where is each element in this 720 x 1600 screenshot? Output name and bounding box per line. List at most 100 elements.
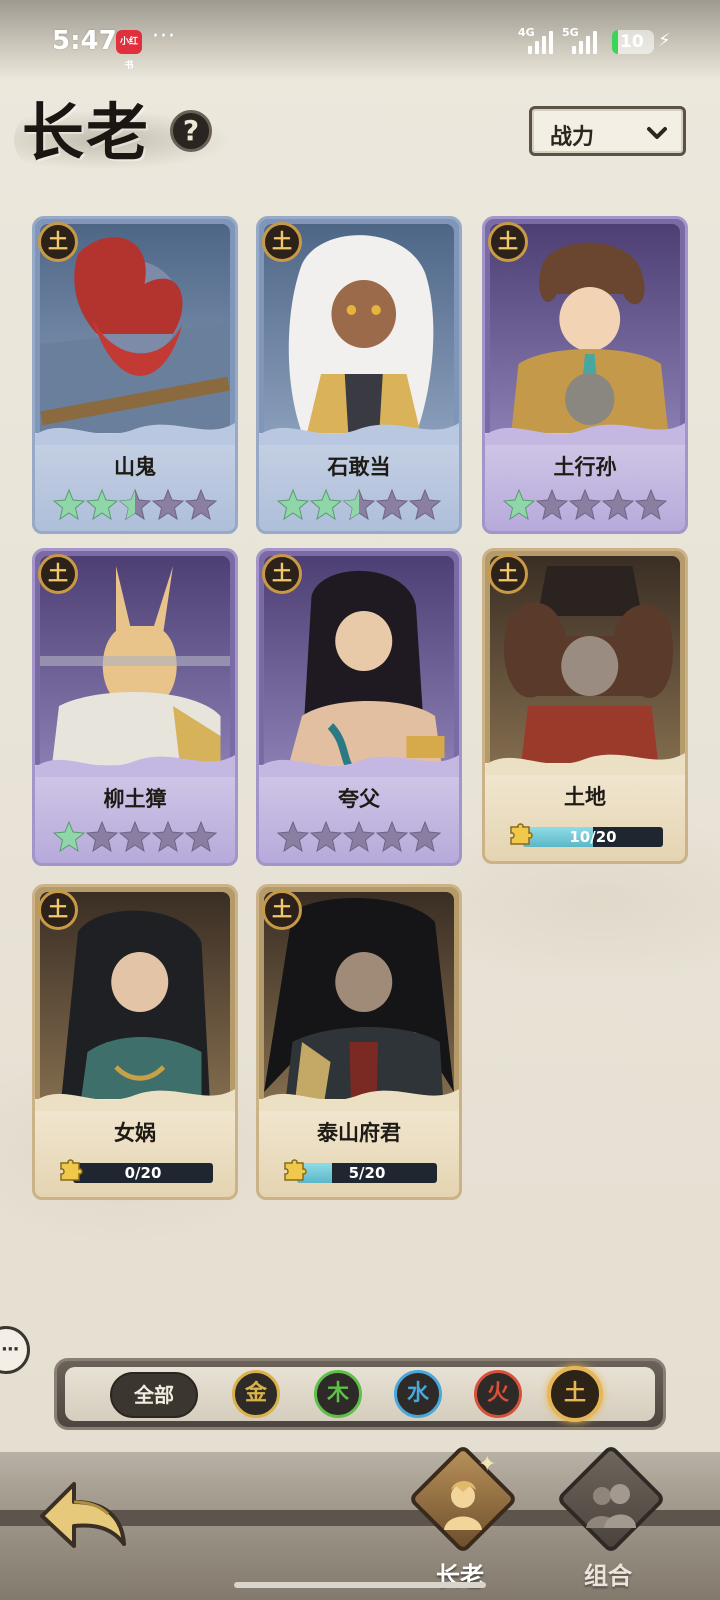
filter-element-4[interactable]: 土 xyxy=(547,1366,603,1422)
battery-level: 10 xyxy=(620,32,644,52)
group-portrait-icon xyxy=(586,1484,636,1528)
character-card[interactable]: 土 泰山府君 5/20 xyxy=(256,884,462,1200)
character-name: 山鬼 xyxy=(114,455,156,479)
star-icon xyxy=(86,489,118,521)
chat-bubble-dots: ··· xyxy=(1,1339,19,1360)
plate-wave-decoration xyxy=(259,423,459,445)
elder-roster-screen: 5:47 小红书 ··· 4G 5G 10 ⚡ 长老 ? 战力 土 山鬼 土 石… xyxy=(0,0,720,1600)
star-icon xyxy=(53,489,85,521)
star-icon xyxy=(119,821,151,853)
star-icon xyxy=(536,489,568,521)
star-rating xyxy=(485,489,685,521)
filter-element-1[interactable]: 木 xyxy=(314,1370,362,1418)
shard-progress: 0/20 xyxy=(57,1159,213,1183)
puzzle-piece-icon xyxy=(60,1159,83,1181)
star-icon xyxy=(343,489,375,521)
star-icon xyxy=(376,821,408,853)
sort-dropdown[interactable]: 战力 xyxy=(529,106,686,156)
earth-element-badge: 土 xyxy=(262,554,302,594)
star-icon xyxy=(343,821,375,853)
character-card[interactable]: 土 山鬼 xyxy=(32,216,238,534)
back-arrow-button[interactable] xyxy=(34,1466,134,1566)
filter-element-3[interactable]: 火 xyxy=(474,1370,522,1418)
star-icon xyxy=(569,489,601,521)
star-icon xyxy=(152,821,184,853)
star-icon xyxy=(376,489,408,521)
status-bar: 5:47 小红书 ··· 4G 5G 10 ⚡ xyxy=(0,0,720,84)
character-card[interactable]: 土 土地 10/20 xyxy=(482,548,688,864)
chevron-down-icon xyxy=(647,127,667,139)
help-button[interactable]: ? xyxy=(170,110,212,152)
star-icon xyxy=(53,821,85,853)
signal-5g-icon: 5G xyxy=(562,26,602,54)
earth-element-badge: 土 xyxy=(488,554,528,594)
character-name: 泰山府君 xyxy=(317,1121,401,1145)
sort-dropdown-label: 战力 xyxy=(550,125,595,150)
filter-element-2[interactable]: 水 xyxy=(394,1370,442,1418)
star-icon xyxy=(310,489,342,521)
tab-elders[interactable]: ✦ 长老 xyxy=(400,1443,520,1590)
sparkle-icon: ✦ xyxy=(478,1452,497,1477)
star-icon xyxy=(409,821,441,853)
star-icon xyxy=(119,489,151,521)
status-more-dots: ··· xyxy=(152,24,176,49)
star-rating xyxy=(259,821,459,853)
star-rating xyxy=(35,821,235,853)
star-icon xyxy=(86,821,118,853)
puzzle-piece-icon xyxy=(284,1159,307,1181)
star-icon xyxy=(185,821,217,853)
plate-wave-decoration xyxy=(485,423,685,445)
character-name: 土行孙 xyxy=(553,455,617,479)
earth-element-badge: 土 xyxy=(38,222,78,262)
home-indicator[interactable] xyxy=(234,1582,486,1588)
plate-wave-decoration xyxy=(35,423,235,445)
shard-count: 0/20 xyxy=(124,1164,162,1182)
elder-portrait-icon xyxy=(444,1481,482,1530)
character-name: 柳土獐 xyxy=(103,787,167,811)
filter-element-0[interactable]: 金 xyxy=(232,1370,280,1418)
earth-element-badge: 土 xyxy=(488,222,528,262)
earth-element-badge: 土 xyxy=(38,554,78,594)
shard-bar: 10/20 xyxy=(523,827,663,847)
tab-combination-label: 组合 xyxy=(584,1562,632,1590)
star-icon xyxy=(152,489,184,521)
page-title: 长老 xyxy=(22,96,151,169)
signal-4g-icon: 4G xyxy=(518,26,558,54)
star-rating xyxy=(259,489,459,521)
earth-element-badge: 土 xyxy=(262,222,302,262)
status-time: 5:47 xyxy=(52,26,117,56)
battery-icon: 10 xyxy=(612,30,654,54)
tab-combination[interactable]: 组合 xyxy=(548,1443,668,1590)
star-icon xyxy=(409,489,441,521)
plate-wave-decoration xyxy=(259,755,459,777)
earth-element-badge: 土 xyxy=(38,890,78,930)
character-name: 土地 xyxy=(564,785,606,809)
character-card[interactable]: 土 女娲 0/20 xyxy=(32,884,238,1200)
star-icon xyxy=(635,489,667,521)
star-icon xyxy=(277,489,309,521)
star-icon xyxy=(503,489,535,521)
star-icon xyxy=(602,489,634,521)
chat-bubble-button[interactable]: ··· xyxy=(0,1326,30,1374)
plate-wave-decoration xyxy=(485,753,685,775)
earth-element-badge: 土 xyxy=(262,890,302,930)
plate-wave-decoration xyxy=(35,1089,235,1111)
star-icon xyxy=(185,489,217,521)
charging-icon: ⚡ xyxy=(658,30,671,51)
filter-all-button[interactable]: 全部 xyxy=(110,1372,198,1418)
shard-progress: 5/20 xyxy=(281,1159,437,1183)
character-name: 夸父 xyxy=(338,787,380,811)
puzzle-piece-icon xyxy=(510,823,533,845)
character-card[interactable]: 土 土行孙 xyxy=(482,216,688,534)
character-name: 石敢当 xyxy=(327,455,391,479)
character-card[interactable]: 土 夸父 xyxy=(256,548,462,866)
plate-wave-decoration xyxy=(35,755,235,777)
star-icon xyxy=(277,821,309,853)
character-card[interactable]: 土 石敢当 xyxy=(256,216,462,534)
shard-progress: 10/20 xyxy=(507,823,663,847)
plate-wave-decoration xyxy=(259,1089,459,1111)
character-name: 女娲 xyxy=(114,1121,156,1145)
character-card[interactable]: 土 柳土獐 xyxy=(32,548,238,866)
star-icon xyxy=(310,821,342,853)
shard-bar: 0/20 xyxy=(73,1163,213,1183)
